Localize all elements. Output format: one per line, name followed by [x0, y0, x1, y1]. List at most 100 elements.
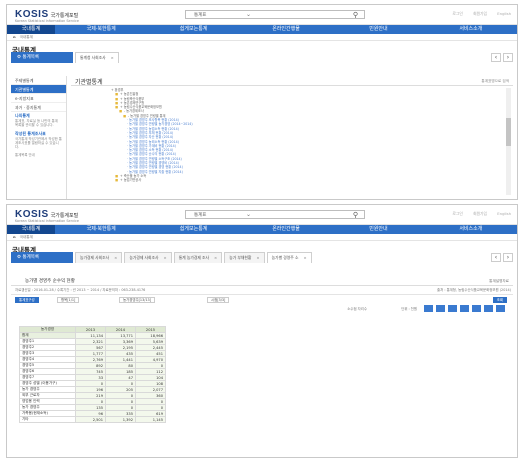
sidebar-item-topic[interactable]: 주제별통계 [11, 76, 66, 85]
share-icon[interactable] [484, 305, 493, 312]
logo-subtitle: Korean Statistical Information Service [15, 19, 79, 23]
search-box[interactable]: 통계표 ⌄ ⚲ [185, 10, 365, 19]
tab-item[interactable]: 농가별 경영주 소 × [266, 252, 312, 263]
folder-icon: ■ [123, 113, 127, 118]
tab-item[interactable]: 농가경제 사회조사 × [75, 252, 123, 263]
table-config-button[interactable]: 통계표구성 [15, 297, 39, 303]
search-icon[interactable]: ⚲ [353, 211, 358, 219]
map-icon[interactable] [460, 305, 469, 312]
utility-links: 로그인 회원가입 English [443, 211, 511, 217]
search-category-select[interactable]: 통계표 [194, 12, 206, 18]
nav-easy-stats[interactable]: 쉽게보는통계 [147, 225, 239, 234]
tab-stat-list[interactable]: ⚙ 통계목록 [11, 52, 73, 63]
folder-icon: ■ [115, 96, 119, 101]
data-table: 농가경영 2013 2014 2015 합계 11,134 13,771 18,966 경영주… [19, 326, 166, 423]
folder-icon: ■ [115, 92, 119, 97]
page-title: 국내통계 [12, 46, 36, 54]
folder-icon: ■ [115, 105, 119, 110]
search-category-select[interactable]: 통계표 [194, 212, 206, 218]
help-icon[interactable] [496, 305, 505, 312]
english-link[interactable]: English [497, 211, 511, 216]
farm-manager-select[interactable]: 농가경영주[13/13] [119, 297, 156, 303]
scrap-icon[interactable] [472, 305, 481, 312]
home-icon[interactable]: ⌂ [13, 35, 16, 39]
nav-international[interactable]: 국제·북한통계 [55, 225, 147, 234]
tab-item[interactable]: 통계 농가경제 조사 × [173, 252, 223, 263]
nav-easy-stats[interactable]: 쉽게보는통계 [147, 25, 239, 34]
row-label-cell: 기타 [19, 416, 76, 423]
folder-icon: ■ [119, 109, 123, 114]
sidebar-footer-link[interactable]: 통계목록 안내 [11, 151, 66, 159]
table-title: 농가별 경영주 순수익 현황 [25, 279, 75, 284]
sidebar-item-institution[interactable]: 기관별통계 [11, 85, 66, 94]
home-icon[interactable]: ⌂ [13, 235, 16, 239]
item-select[interactable]: 항목[1/1] [57, 297, 80, 303]
nav-publications[interactable]: 온라인간행물 [240, 225, 332, 234]
nav-civil-service[interactable]: 민원안내 [332, 225, 424, 234]
close-icon[interactable]: × [256, 253, 259, 263]
chevron-right-icon[interactable]: › [503, 253, 513, 262]
close-icon[interactable]: × [303, 253, 306, 263]
nav-domestic[interactable]: 국내통계 [7, 25, 55, 34]
chevron-left-icon[interactable]: ‹ [491, 53, 501, 62]
panel-header: 기관별통계 통계표명으로 검색 [71, 76, 513, 86]
chevron-down-icon[interactable]: ⌄ [246, 11, 251, 18]
tab-pager: ‹ › [491, 53, 513, 62]
close-icon[interactable]: × [114, 253, 117, 263]
scrollbar[interactable] [506, 88, 511, 195]
tab-strip: ⚙ 통계목록 통계청 사회조사 × ‹ › [7, 52, 517, 63]
signup-link[interactable]: 회원가입 [473, 11, 487, 16]
main-nav: 국내통계 국제·북한통계 쉽게보는통계 온라인간행물 민원안내 서비스소개 [7, 225, 517, 234]
nav-service-intro[interactable]: 서비스소개 [425, 225, 517, 234]
unit-label: 단위 : 천원 [401, 307, 417, 311]
sidebar-item-past-stats[interactable]: 과거 · 중지통계 [11, 103, 66, 112]
signup-link[interactable]: 회원가입 [473, 211, 487, 216]
tab-item[interactable]: 농가 부채현황 × [224, 252, 265, 263]
content-area: 농가별 경영주 순수익 현황 통계설명자료 자료갱신일 : 2016-01-28… [7, 276, 517, 457]
update-info: 자료갱신일 : 2016-01-28 / 수록기간 : 년 2013 ~ 201… [15, 288, 146, 292]
stat-description-link[interactable]: 통계설명자료 [489, 279, 509, 284]
chevron-right-icon[interactable]: › [503, 53, 513, 62]
close-icon[interactable]: × [164, 253, 167, 263]
tab-item[interactable]: 농가경제 사회조사 × [124, 252, 172, 263]
tree-panel: 기관별통계 통계표명으로 검색 + 환경부 ■ + 농촌진흥청 ■ + 농림축산식품부 ■… [71, 76, 513, 199]
print-icon[interactable] [436, 305, 445, 312]
source-info: 출처 : 통계청, 농림수산식품교육문화정보원 (2014) [437, 288, 511, 292]
nav-service-intro[interactable]: 서비스소개 [425, 25, 517, 34]
period-select[interactable]: 시점[3/3] [207, 297, 230, 303]
tab-item[interactable]: 통계청 사회조사 × [75, 52, 119, 63]
login-link[interactable]: 로그인 [452, 11, 462, 16]
value-cell: 1,145 [135, 416, 166, 423]
nav-domestic[interactable]: 국내통계 [7, 225, 55, 234]
table-controls: 통계표구성 항목[1/1] 농가경영주[13/13] 시점[3/3] 조회 [11, 294, 513, 304]
search-box[interactable]: 통계표 ⌄ ⚲ [185, 210, 365, 219]
chevron-left-icon[interactable]: ‹ [491, 253, 501, 262]
nav-civil-service[interactable]: 민원안내 [332, 25, 424, 34]
folder-icon: ■ [115, 178, 119, 183]
decimal-label: 소수점 자리수 [347, 307, 367, 311]
login-link[interactable]: 로그인 [452, 211, 462, 216]
panel-search-link[interactable]: 통계표명으로 검색 [481, 79, 509, 84]
tab-pager: ‹ › [491, 253, 513, 262]
close-icon[interactable]: × [214, 253, 217, 263]
my-stats-box[interactable]: 나의통계 통계표, 자료실 등 나만의 통계 목록을 관리할 수 있습니다. [11, 112, 66, 130]
breadcrumb: ⌂ 국내통계 [7, 234, 517, 241]
chart-icon[interactable] [448, 305, 457, 312]
main-nav: 국내통계 국제·북한통계 쉽게보는통계 온라인간행물 민원안내 서비스소개 [7, 25, 517, 34]
scrollbar-thumb[interactable] [506, 118, 511, 146]
page-title: 국내통계 [12, 246, 36, 254]
chevron-down-icon[interactable]: ⌄ [246, 211, 251, 218]
english-link[interactable]: English [497, 11, 511, 16]
breadcrumb: ⌂ 국내통계 [7, 34, 517, 41]
header: KOSIS 국가통계포털 Korean Statistical Informati… [7, 205, 517, 225]
close-icon[interactable]: × [111, 53, 114, 63]
survey-form-box[interactable]: 작성된 통계조사표 국가통계 작성기관에서 작성한 통계조사표를 열람하실 수 있… [11, 130, 66, 152]
tree-item[interactable]: ■ + 농업기반공사 [111, 178, 501, 182]
tab-stat-list[interactable]: ⚙ 통계목록 [11, 252, 73, 263]
search-button[interactable]: 조회 [492, 297, 507, 303]
sidebar-item-local-index[interactable]: e-지방지표 [11, 94, 66, 103]
excel-download-icon[interactable] [424, 305, 433, 312]
nav-publications[interactable]: 온라인간행물 [240, 25, 332, 34]
search-icon[interactable]: ⚲ [353, 11, 358, 19]
nav-international[interactable]: 국제·북한통계 [55, 25, 147, 34]
